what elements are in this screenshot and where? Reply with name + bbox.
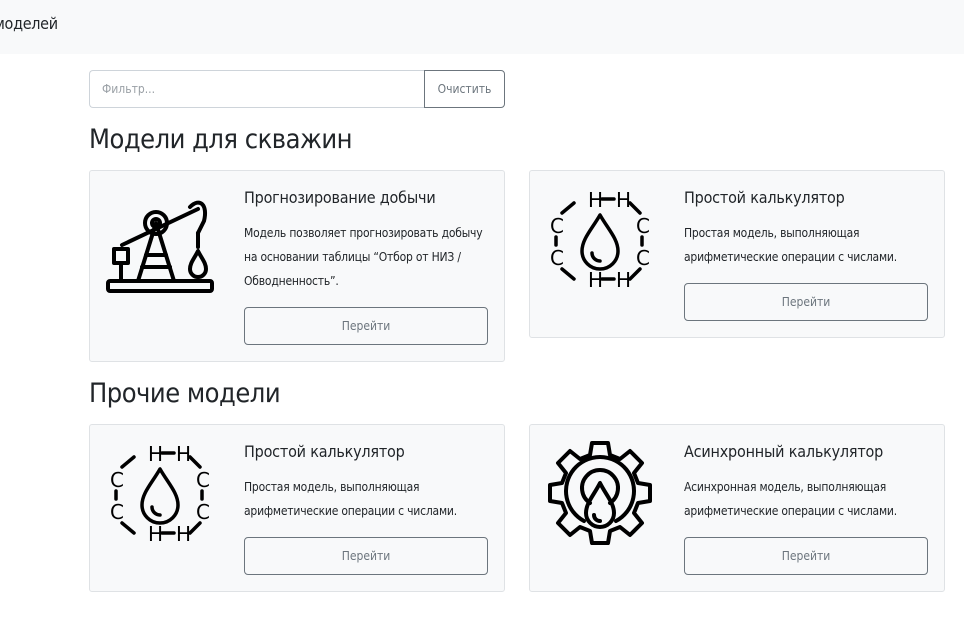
card-description: Асинхронная модель, выполняющая арифмети… xyxy=(684,480,897,518)
open-model-button[interactable]: Перейти xyxy=(684,283,928,321)
svg-text:C: C xyxy=(636,246,650,270)
section-title-other: Прочие модели xyxy=(89,378,281,409)
card-title: Прогнозирование добычи xyxy=(244,188,436,207)
card-description: Простая модель, выполняющая арифметическ… xyxy=(684,226,897,264)
model-card-simple-calculator: H H H H C C C C Простой калькулятор Прос… xyxy=(529,170,945,338)
top-navbar: моделей xyxy=(0,0,964,54)
gear-drop-icon xyxy=(544,437,656,549)
open-model-button[interactable]: Перейти xyxy=(684,537,928,575)
oil-pump-icon xyxy=(104,187,216,299)
svg-text:H: H xyxy=(176,442,191,466)
card-title: Простой калькулятор xyxy=(244,442,405,461)
hydrocarbon-drop-icon: H H H H C C C C xyxy=(104,437,216,549)
card-title: Асинхронный калькулятор xyxy=(684,442,884,461)
svg-text:C: C xyxy=(196,468,210,492)
svg-text:C: C xyxy=(636,214,650,238)
svg-text:H: H xyxy=(616,188,631,212)
card-description: Модель позволяет прогнозировать добычу н… xyxy=(244,226,483,288)
svg-text:C: C xyxy=(550,214,564,238)
card-title: Простой калькулятор xyxy=(684,188,845,207)
filter-input[interactable] xyxy=(89,70,424,108)
open-model-button[interactable]: Перейти xyxy=(244,307,488,345)
model-card-simple-calculator: H H H H C C C C Простой калькулятор Прос… xyxy=(89,424,505,592)
svg-text:C: C xyxy=(110,468,124,492)
svg-text:C: C xyxy=(196,500,210,524)
model-card-production-forecast: Прогнозирование добычи Модель позволяет … xyxy=(89,170,505,362)
open-model-button[interactable]: Перейти xyxy=(244,537,488,575)
hydrocarbon-drop-icon: H H H H C C C C xyxy=(544,183,656,295)
navbar-title[interactable]: моделей xyxy=(0,14,58,33)
svg-text:C: C xyxy=(550,246,564,270)
filter-group: Очистить xyxy=(89,70,505,108)
section-title-wells: Модели для скважин xyxy=(89,124,353,155)
svg-text:C: C xyxy=(110,500,124,524)
clear-filter-button[interactable]: Очистить xyxy=(424,70,505,108)
model-card-async-calculator: Асинхронный калькулятор Асинхронная моде… xyxy=(529,424,945,592)
card-description: Простая модель, выполняющая арифметическ… xyxy=(244,480,457,518)
